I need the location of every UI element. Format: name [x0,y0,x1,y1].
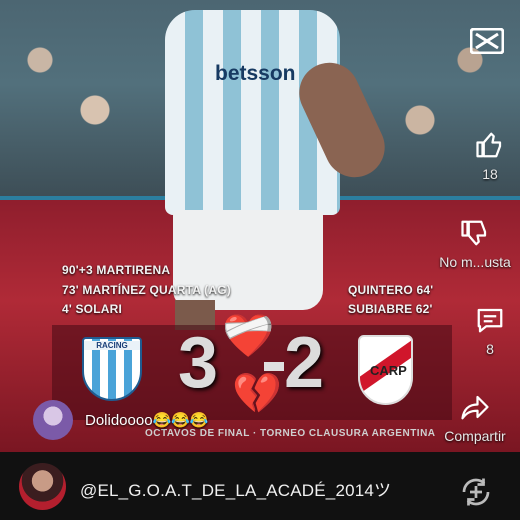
home-scorer: 73' MARTÍNEZ QUARTA (AG) [62,283,231,297]
comment-text: Dolidoooo😂😂😂 [85,412,209,429]
dislike-label: No m...usta [439,254,511,270]
like-count: 18 [482,166,498,182]
away-scorer: QUINTERO 64' [348,283,434,297]
away-score: 2 [284,323,325,403]
home-scorer: 90'+3 MARTIRENA [62,263,171,277]
jersey-sponsor: betsson [215,62,296,85]
comment-icon [477,308,503,333]
share-label: Compartir [444,428,506,444]
away-scorer: SUBIABRE 62' [348,302,433,316]
racing-crest-icon: RACING [82,337,142,401]
score-dash [264,362,284,371]
video-info-bar: @EL_G.O.A.T_DE_LA_ACADÉ_2014ツ [0,452,520,520]
commenter-avatar[interactable] [33,400,73,440]
broken-heart-icon: 💔 [232,372,282,416]
home-score: 3 [178,323,219,403]
dislike-button[interactable]: No m...usta [430,218,520,270]
player-figure [165,0,340,330]
capcut-logo-icon[interactable] [470,28,504,54]
racing-crest-text: RACING [84,341,140,350]
channel-avatar[interactable] [19,463,66,510]
action-rail: 18 No m...usta 8 Compartir [430,0,520,452]
floating-comment[interactable]: Dolidoooo😂😂😂 [33,400,209,440]
remix-button[interactable] [458,474,494,515]
comment-count: 8 [486,341,494,357]
share-button[interactable]: Compartir [430,392,520,444]
river-plate-crest-icon: CARP [358,335,413,405]
mending-heart-icon: ❤️‍🩹 [222,312,275,359]
river-crest-text: CARP [370,363,407,378]
thumbs-down-icon [461,220,487,246]
channel-username[interactable]: @EL_G.O.A.T_DE_LA_ACADÉ_2014ツ [80,476,391,501]
comments-button[interactable]: 8 [475,305,505,357]
like-button[interactable]: 18 [475,130,505,182]
share-arrow-icon [461,395,489,420]
thumbs-up-icon [476,132,502,158]
home-scorer: 4' SOLARI [62,302,122,316]
remix-plus-icon [462,478,490,506]
